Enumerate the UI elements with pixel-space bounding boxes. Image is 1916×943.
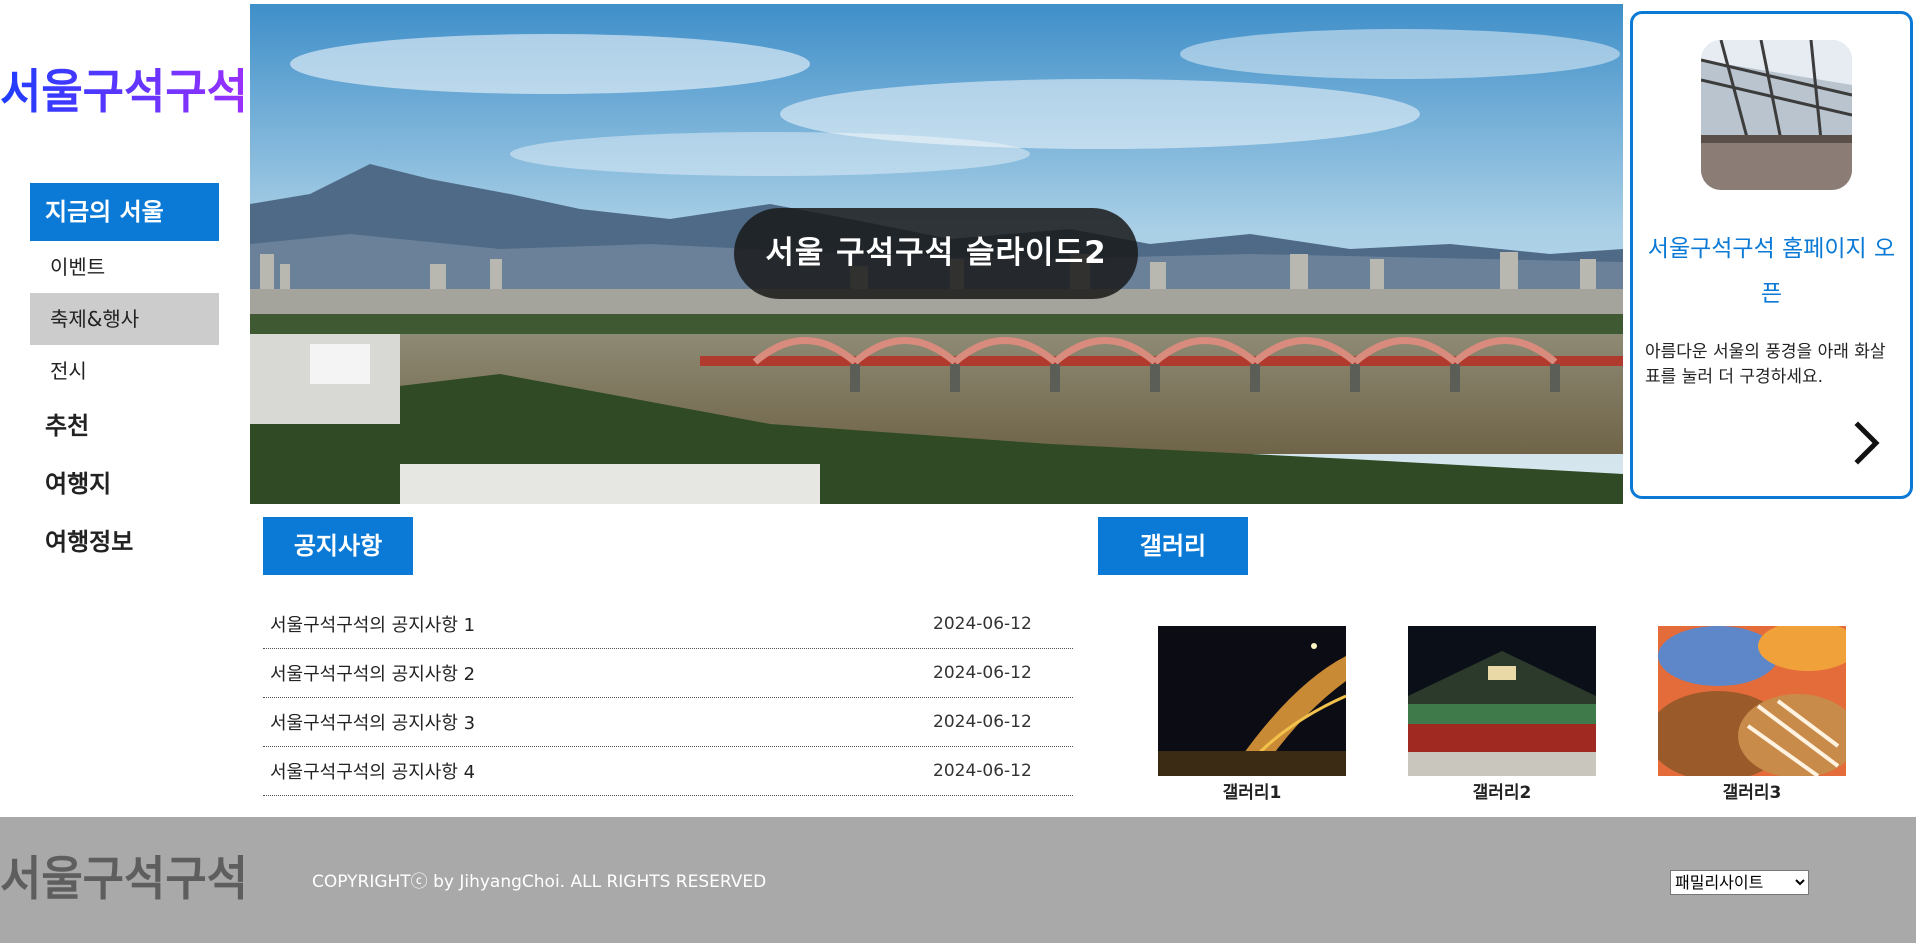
gallery-label-2: 갤러리2 (1472, 783, 1532, 803)
gallery-image-2 (1408, 626, 1596, 776)
logo-text: 서울구석구석 (0, 65, 248, 120)
promo-title: 서울구석구석 홈페이지 오픈 (1647, 236, 1896, 307)
side-navigation: 지금의 서울 이벤트 축제&행사 전시 추천 여행지 여행정보 (30, 183, 219, 571)
notice-section-title[interactable]: 공지사항 (263, 517, 413, 575)
gallery-section-title[interactable]: 갤러리 (1098, 517, 1248, 575)
gallery-item-1[interactable]: 갤러리1 (1158, 626, 1346, 803)
notice-row[interactable]: 서울구석구석의 공지사항 1 2024-06-12 (263, 600, 1073, 649)
promo-description: 아름다운 서울의 풍경을 아래 화살표를 눌러 더 구경하세요. (1645, 342, 1886, 387)
notice-date: 2024-06-12 (933, 712, 1032, 732)
notice-title[interactable]: 서울구석구석의 공지사항 3 (263, 709, 885, 735)
nav-item-destinations[interactable]: 여행지 (30, 455, 219, 513)
notice-title[interactable]: 서울구석구석의 공지사항 1 (263, 611, 885, 637)
footer-logo-text: 서울구석구석 (0, 852, 248, 907)
nav-item-travel-info[interactable]: 여행정보 (30, 513, 219, 571)
family-site-select[interactable]: 패밀리사이트 (1670, 870, 1809, 895)
notice-row[interactable]: 서울구석구석의 공지사항 2 2024-06-12 (263, 649, 1073, 698)
gallery-image-3 (1658, 626, 1846, 776)
chevron-right-icon[interactable] (1846, 419, 1886, 467)
nav-sub-item-festivals[interactable]: 축제&행사 (30, 293, 219, 345)
site-logo[interactable]: 서울구석구석 (0, 58, 250, 128)
nav-sub-item-exhibitions[interactable]: 전시 (30, 345, 219, 397)
gallery-label-3: 갤러리3 (1722, 783, 1782, 803)
notice-date: 2024-06-12 (933, 663, 1032, 683)
notice-date: 2024-06-12 (933, 761, 1032, 781)
footer: 서울구석구석 COPYRIGHTⓒ by JihyangChoi. ALL RI… (0, 817, 1916, 943)
gallery-item-3[interactable]: 갤러리3 (1658, 626, 1846, 803)
notice-row[interactable]: 서울구석구석의 공지사항 3 2024-06-12 (263, 698, 1073, 747)
notice-title[interactable]: 서울구석구석의 공지사항 2 (263, 660, 885, 686)
gallery-item-2[interactable]: 갤러리2 (1408, 626, 1596, 803)
notice-title[interactable]: 서울구석구석의 공지사항 4 (263, 758, 885, 784)
footer-logo[interactable]: 서울구석구석 (0, 845, 250, 915)
notice-date: 2024-06-12 (933, 614, 1032, 634)
gallery-image-1 (1158, 626, 1346, 776)
hero-caption: 서울 구석구석 슬라이드2 (734, 208, 1138, 299)
nav-item-now-seoul[interactable]: 지금의 서울 (30, 183, 219, 241)
gallery: 갤러리1 갤러리2 갤러리3 (1158, 626, 1848, 806)
nav-item-recommend[interactable]: 추천 (30, 397, 219, 455)
gallery-label-1: 갤러리1 (1222, 783, 1282, 803)
copyright-text: COPYRIGHTⓒ by JihyangChoi. ALL RIGHTS RE… (312, 872, 767, 892)
promo-card: 서울구석구석 홈페이지 오픈 아름다운 서울의 풍경을 아래 화살표를 눌러 더… (1630, 11, 1913, 499)
promo-image (1701, 40, 1852, 190)
notice-row[interactable]: 서울구석구석의 공지사항 4 2024-06-12 (263, 747, 1073, 796)
nav-sub-item-events[interactable]: 이벤트 (30, 241, 219, 293)
notice-list: 서울구석구석의 공지사항 1 2024-06-12 서울구석구석의 공지사항 2… (263, 600, 1073, 796)
hero-slider[interactable]: 서울 구석구석 슬라이드2 (250, 4, 1623, 504)
